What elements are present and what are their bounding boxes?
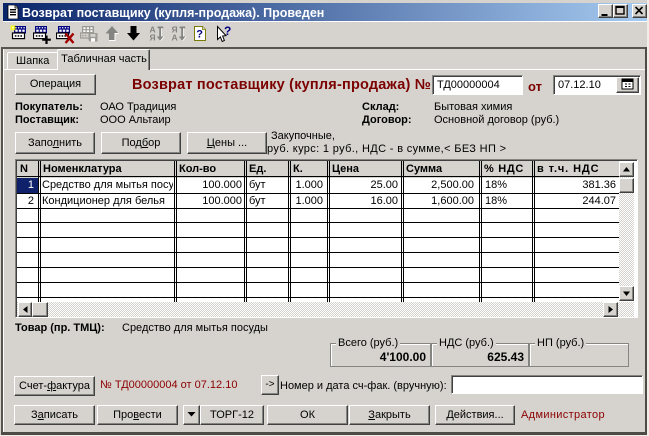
svg-text:?: ?	[224, 25, 231, 38]
svg-text:?: ?	[196, 29, 203, 41]
svg-text:Я: Я	[150, 33, 156, 43]
svg-text:А: А	[172, 33, 178, 43]
